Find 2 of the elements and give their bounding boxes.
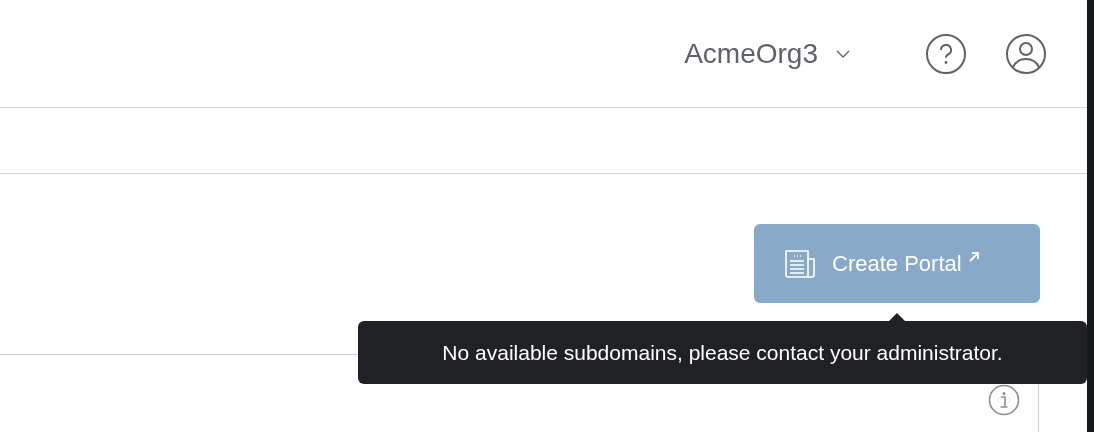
tooltip-text: No available subdomains, please contact your administrator.	[442, 340, 1003, 365]
org-switcher[interactable]: AcmeOrg3	[684, 37, 850, 70]
